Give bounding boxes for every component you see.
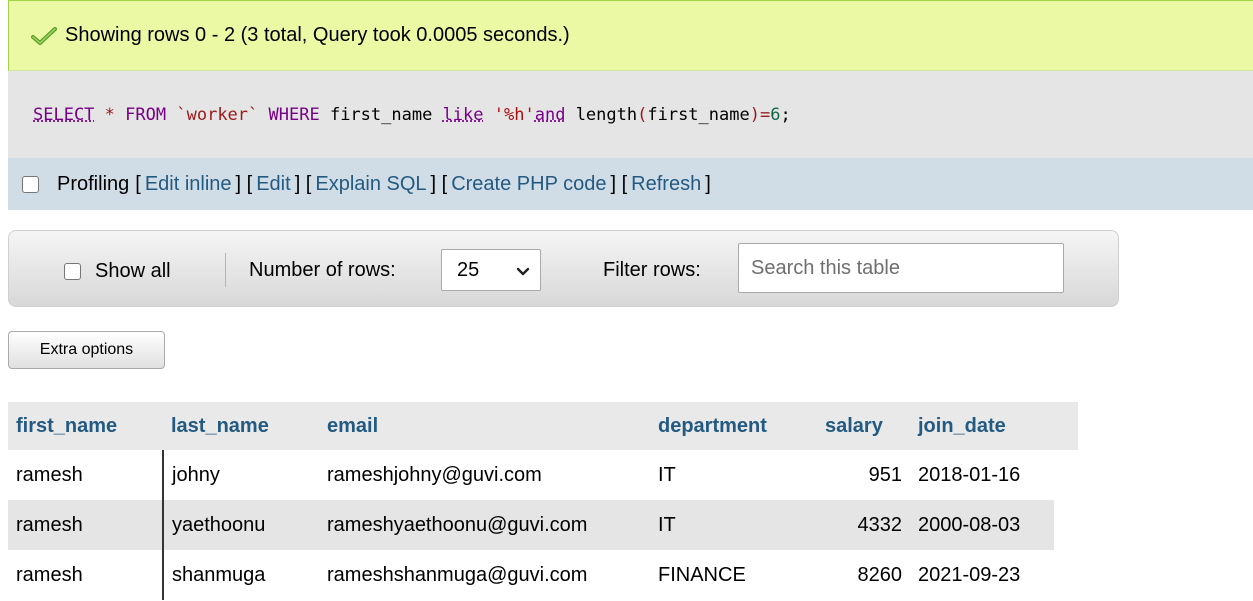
column-header-join-date[interactable]: join_date	[910, 402, 1054, 450]
cell-join-date[interactable]: 2018-01-16	[910, 450, 1054, 500]
sql-query: SELECT * FROM `worker` WHERE first_name …	[8, 71, 1253, 158]
column-header-email[interactable]: email	[319, 402, 650, 450]
number-of-rows-value: 25	[457, 258, 480, 281]
column-header-last-name[interactable]: last_name	[163, 402, 319, 450]
show-all-label: Show all	[95, 260, 171, 282]
cell-last-name[interactable]: johny	[163, 450, 319, 500]
chevron-down-icon	[516, 262, 530, 285]
sql-paren: )	[749, 104, 760, 125]
divider	[225, 253, 226, 287]
bracket: ]	[705, 172, 711, 195]
success-text: Showing rows 0 - 2 (3 total, Query took …	[65, 24, 570, 46]
profiling-bar: Profiling [Edit inline] [Edit] [Explain …	[8, 158, 1253, 210]
cell-join-date[interactable]: 2021-09-23	[910, 550, 1054, 600]
bracket: [	[135, 172, 141, 195]
cell-department[interactable]: IT	[650, 500, 817, 550]
show-all-checkbox[interactable]	[64, 263, 81, 280]
cell-first-name[interactable]: ramesh	[8, 550, 164, 600]
sql-like-keyword[interactable]: like	[443, 105, 484, 125]
cell-department[interactable]: FINANCE	[650, 550, 817, 600]
cell-join-date[interactable]: 2000-08-03	[910, 500, 1054, 550]
sql-function: length	[575, 104, 638, 125]
row-spacer	[1054, 450, 1078, 500]
sql-semicolon: ;	[780, 104, 791, 125]
cell-email[interactable]: rameshyaethoonu@guvi.com	[319, 500, 650, 550]
cell-last-name[interactable]: yaethoonu	[163, 500, 319, 550]
cell-salary[interactable]: 4332	[817, 500, 910, 550]
bracket: ] [	[235, 172, 253, 195]
sql-operator: =	[759, 104, 771, 125]
number-of-rows-select[interactable]: 25	[441, 249, 541, 291]
row-spacer	[1054, 550, 1078, 600]
number-of-rows-label: Number of rows:	[249, 259, 396, 281]
sql-column: first_name	[647, 104, 750, 125]
table-row: ramesh shanmuga rameshshanmuga@guvi.com …	[8, 550, 1078, 600]
profiling-label: Profiling	[57, 172, 130, 195]
column-header-salary[interactable]: salary	[817, 402, 910, 450]
cell-email[interactable]: rameshjohny@guvi.com	[319, 450, 650, 500]
bracket: ] [	[294, 172, 312, 195]
edit-inline-link[interactable]: Edit inline	[145, 173, 232, 196]
edit-link[interactable]: Edit	[256, 173, 290, 196]
column-header-first-name[interactable]: first_name	[8, 402, 163, 450]
bracket: ] [	[430, 172, 448, 195]
sql-pattern: '%h'	[493, 104, 535, 125]
sql-and-keyword[interactable]: and	[535, 105, 566, 125]
search-table-input[interactable]	[738, 243, 1064, 293]
table-row: ramesh johny rameshjohny@guvi.com IT 951…	[8, 450, 1078, 500]
sql-star: *	[104, 104, 115, 125]
sql-paren: (	[637, 104, 648, 125]
table-header-row: first_name last_name email department sa…	[8, 402, 1078, 450]
column-header-department[interactable]: department	[650, 402, 817, 450]
sql-table-name: `worker`	[176, 104, 259, 125]
explain-sql-link[interactable]: Explain SQL	[315, 173, 426, 196]
cell-last-name[interactable]: shanmuga	[163, 550, 319, 600]
sql-column: first_name	[329, 104, 433, 125]
cell-email[interactable]: rameshshanmuga@guvi.com	[319, 550, 650, 600]
cell-first-name[interactable]: ramesh	[8, 500, 164, 550]
success-message: Showing rows 0 - 2 (3 total, Query took …	[8, 0, 1253, 71]
header-spacer	[1054, 402, 1078, 450]
sql-select-keyword[interactable]: SELECT	[33, 105, 94, 125]
filter-rows-label: Filter rows:	[603, 259, 701, 281]
profiling-checkbox[interactable]	[22, 175, 39, 193]
results-table: first_name last_name email department sa…	[8, 402, 1079, 600]
row-spacer	[1054, 500, 1078, 550]
create-php-code-link[interactable]: Create PHP code	[451, 173, 606, 196]
table-row: ramesh yaethoonu rameshyaethoonu@guvi.co…	[8, 500, 1078, 550]
show-all-control[interactable]: Show all	[64, 260, 171, 283]
cell-department[interactable]: IT	[650, 450, 817, 500]
cell-salary[interactable]: 8260	[817, 550, 910, 600]
refresh-link[interactable]: Refresh	[631, 173, 701, 196]
bracket: ] [	[610, 172, 628, 195]
sql-from-keyword: FROM	[125, 104, 167, 125]
cell-salary[interactable]: 951	[817, 450, 910, 500]
sql-number: 6	[770, 104, 781, 125]
check-icon	[31, 26, 57, 46]
sql-where-keyword: WHERE	[268, 104, 320, 125]
cell-first-name[interactable]: ramesh	[8, 450, 164, 500]
navigation-bar: Show all Number of rows: 25 Filter rows:	[8, 230, 1119, 307]
extra-options-button[interactable]: Extra options	[8, 331, 165, 369]
